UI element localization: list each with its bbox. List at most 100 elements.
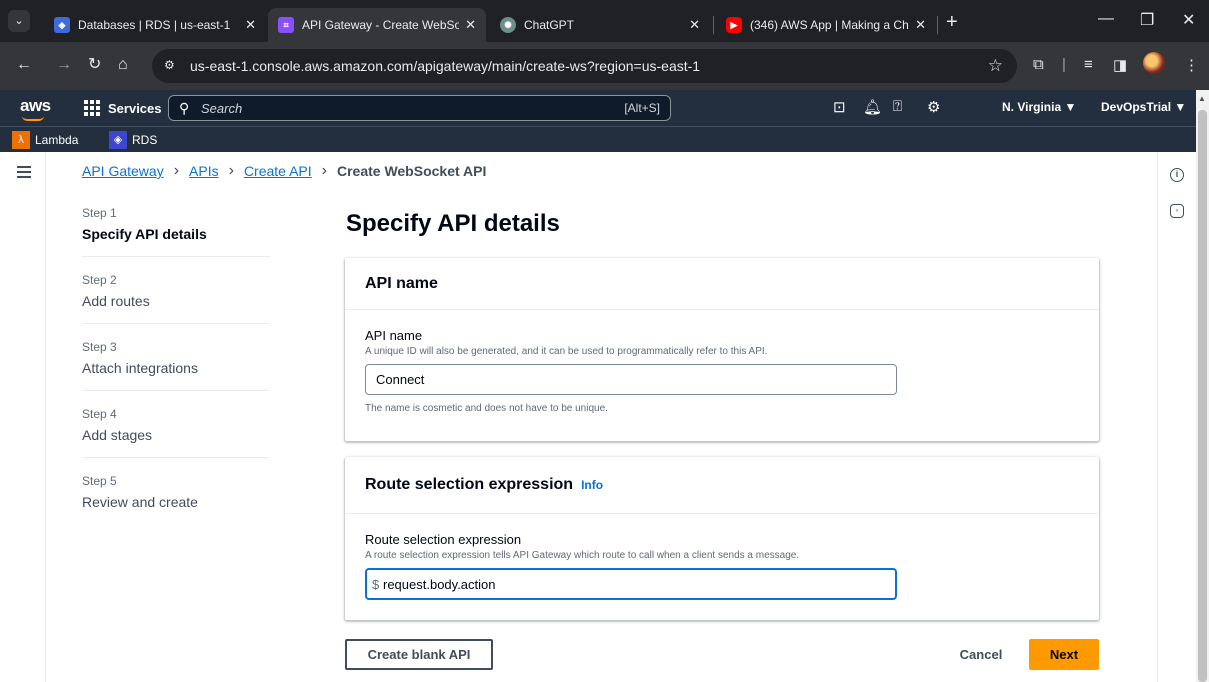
breadcrumb-chevron-icon: › (321, 162, 327, 179)
close-tab-icon[interactable]: ✕ (689, 17, 700, 33)
hexagon-help-icon[interactable]: ◦ (1170, 204, 1184, 218)
settings-gear-icon[interactable]: ⚙ (927, 98, 940, 116)
reload-icon[interactable]: ↻ (88, 56, 101, 74)
browser-tab-api-gateway[interactable]: ⌗ API Gateway - Create WebSock ✕ (268, 8, 486, 42)
page-scrollbar[interactable]: ▲ (1196, 90, 1209, 682)
back-icon[interactable]: ← (16, 56, 32, 74)
info-panel-icon[interactable]: i (1170, 168, 1184, 182)
tab-separator (713, 16, 714, 34)
step-name: Attach integrations (82, 360, 198, 376)
wizard-step-5: Step 5 Review and create (82, 474, 270, 524)
chatgpt-favicon-icon: ✺ (500, 17, 516, 33)
address-bar[interactable]: ⚙ us-east-1.console.aws.amazon.com/apiga… (152, 49, 1017, 83)
route-selection-container: Route selection expression Info Route se… (345, 457, 1099, 620)
rds-icon: ◈ (109, 131, 127, 149)
services-menu-button[interactable]: Services (84, 100, 162, 116)
page-title: Specify API details (346, 210, 560, 237)
aws-console-header: aws Services ⚲ [Alt+S] ⊡ 🔔︎ ⍰ ⚙ N. Virgi… (0, 90, 1196, 126)
container-title: Route selection expression (365, 476, 574, 493)
api-name-header: API name (345, 258, 1099, 310)
tools-rail: i ◦ (1157, 152, 1196, 682)
url-text[interactable]: us-east-1.console.aws.amazon.com/apigate… (190, 58, 700, 74)
notifications-bell-icon[interactable]: 🔔︎ (863, 98, 882, 116)
profile-avatar[interactable] (1143, 52, 1165, 74)
minimize-icon[interactable]: — (1098, 10, 1114, 28)
api-name-description: A unique ID will also be generated, and … (365, 346, 768, 357)
forward-icon[interactable]: → (56, 56, 72, 74)
route-selection-description: A route selection expression tells API G… (365, 550, 800, 561)
step-number: Step 1 (82, 206, 117, 220)
close-tab-icon[interactable]: ✕ (245, 17, 256, 33)
favorites-bar: λ Lambda ◈ RDS (0, 126, 1196, 152)
browser-toolbar: ← → ↻ ⌂ ⚙ us-east-1.console.aws.amazon.c… (0, 42, 1209, 90)
aws-logo-smile-icon (22, 116, 44, 121)
breadcrumb-current: Create WebSocket API (336, 163, 487, 179)
close-tab-icon[interactable]: ✕ (465, 17, 476, 33)
tab-title: API Gateway - Create WebSock (302, 18, 460, 32)
favorite-rds[interactable]: ◈ RDS (109, 131, 157, 149)
scroll-thumb[interactable] (1198, 110, 1207, 682)
lambda-icon: λ (12, 131, 30, 149)
site-settings-icon[interactable]: ⚙ (164, 58, 175, 72)
account-menu[interactable]: DevOpsTrial ▼ (1101, 100, 1186, 114)
breadcrumb-chevron-icon: › (173, 162, 180, 179)
browser-tab-youtube[interactable]: ▶ (346) AWS App | Making a Chat ✕ (716, 8, 936, 42)
favorite-lambda[interactable]: λ Lambda (12, 131, 78, 149)
search-input[interactable] (201, 99, 601, 117)
browser-tab-strip: ⌄ ◈ Databases | RDS | us-east-1 ✕ ⌗ API … (0, 0, 1209, 42)
browser-tab-chatgpt[interactable]: ✺ ChatGPT ✕ (490, 8, 710, 42)
tab-title: ChatGPT (524, 18, 575, 32)
dollar-prefix: $ (372, 577, 380, 592)
services-label: Services (108, 100, 162, 116)
navigation-rail (0, 152, 46, 682)
close-window-icon[interactable]: ✕ (1182, 10, 1195, 30)
new-tab-icon[interactable]: + (946, 12, 958, 32)
favorite-label: RDS (132, 133, 158, 147)
browser-menu-icon[interactable]: ⋮ (1184, 56, 1199, 74)
scroll-up-arrow-icon[interactable]: ▲ (1198, 94, 1206, 103)
step-name: Add routes (82, 293, 150, 309)
aws-logo[interactable]: aws (20, 96, 51, 116)
tab-search-chevron-icon[interactable]: ⌄ (8, 10, 30, 32)
browser-tab-rds[interactable]: ◈ Databases | RDS | us-east-1 ✕ (44, 8, 266, 42)
info-link[interactable]: Info (581, 478, 603, 492)
home-icon[interactable]: ⌂ (118, 56, 128, 74)
menu-hamburger-icon[interactable] (17, 166, 31, 181)
route-selection-field[interactable]: $ (365, 568, 897, 600)
container-title: API name (365, 274, 438, 292)
breadcrumb-apis[interactable]: APIs (189, 163, 219, 179)
favorite-label: Lambda (35, 133, 79, 147)
step-name: Add stages (82, 427, 153, 443)
bookmark-star-icon[interactable]: ☆ (988, 56, 1003, 76)
breadcrumb-chevron-icon: › (228, 162, 234, 179)
cloudshell-icon[interactable]: ⊡ (833, 98, 846, 116)
cancel-button[interactable]: Cancel (947, 639, 1015, 670)
next-button[interactable]: Next (1029, 639, 1099, 670)
console-search[interactable]: ⚲ [Alt+S] (168, 95, 671, 121)
close-tab-icon[interactable]: ✕ (915, 17, 926, 33)
breadcrumb-create-api[interactable]: Create API (244, 163, 312, 179)
step-number: Step 2 (82, 273, 117, 287)
route-selection-header: Route selection expression Info (345, 457, 1099, 514)
route-selection-input[interactable] (383, 575, 883, 593)
restore-icon[interactable]: ❐ (1140, 10, 1154, 30)
extensions-icon[interactable]: ⧉ (1033, 56, 1044, 73)
help-icon[interactable]: ⍰ (893, 98, 902, 115)
step-name: Specify API details (82, 226, 207, 242)
side-panel-icon[interactable]: ◨ (1113, 56, 1127, 74)
create-blank-api-button[interactable]: Create blank API (345, 639, 493, 670)
reading-list-icon[interactable]: ≡ (1084, 56, 1093, 73)
api-name-container: API name API name A unique ID will also … (345, 258, 1099, 441)
wizard-steps: Step 1 Specify API details Step 2 Add ro… (82, 206, 270, 540)
route-selection-label: Route selection expression (365, 532, 522, 547)
api-name-label: API name (365, 328, 423, 343)
breadcrumb-api-gateway[interactable]: API Gateway (82, 163, 164, 179)
step-name: Review and create (82, 494, 198, 510)
region-selector[interactable]: N. Virginia ▼ (1002, 100, 1076, 114)
step-number: Step 4 (82, 407, 117, 421)
api-name-input[interactable] (365, 364, 897, 395)
api-name-constraint: The name is cosmetic and does not have t… (365, 403, 608, 414)
youtube-favicon-icon: ▶ (726, 17, 742, 33)
rds-favicon-icon: ◈ (54, 17, 70, 33)
wizard-step-4: Step 4 Add stages (82, 407, 270, 458)
